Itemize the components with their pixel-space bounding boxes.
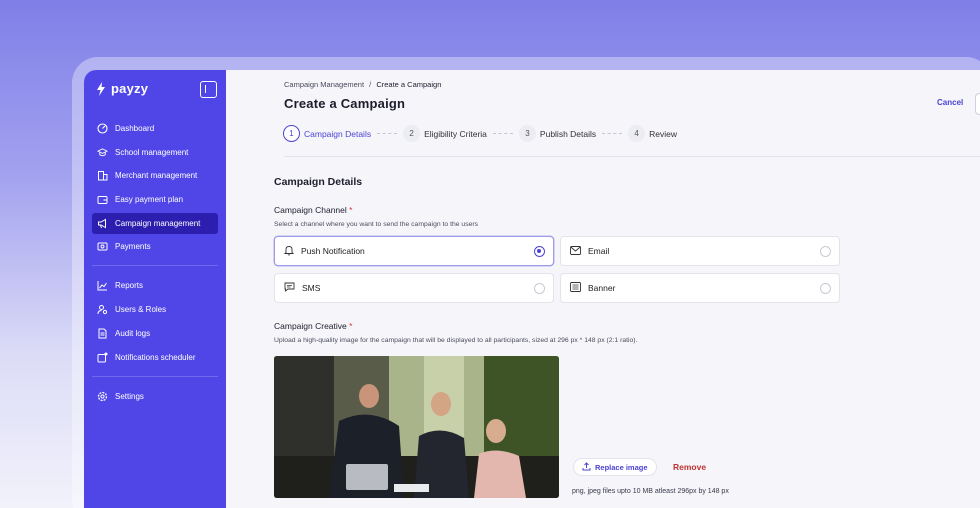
sidebar-item-label: Users & Roles [115, 305, 167, 315]
channel-option-sms[interactable]: SMS [274, 273, 554, 303]
document-icon [97, 328, 108, 339]
brand-name: payzy [111, 81, 149, 96]
main-content: Campaign Management / Create a Campaign … [226, 70, 980, 508]
upload-icon [582, 461, 591, 473]
replace-image-label: Replace image [595, 462, 648, 472]
step-number: 4 [628, 125, 646, 142]
step-eligibility-criteria[interactable]: 2 Eligibility Criteria [403, 125, 487, 142]
sidebar-item-payments[interactable]: Payments [92, 236, 218, 257]
sidebar-divider [92, 265, 218, 267]
sidebar-item-audit-logs[interactable]: Audit logs [92, 323, 218, 344]
required-marker: * [349, 321, 353, 331]
notification-icon [97, 352, 108, 363]
channel-option-banner[interactable]: Banner [560, 273, 840, 303]
channel-radio[interactable] [534, 246, 545, 257]
breadcrumb-current: Create a Campaign [376, 80, 442, 89]
chart-line-icon [97, 280, 108, 291]
cancel-button[interactable]: Cancel [937, 98, 963, 107]
channel-option-label: Email [588, 246, 610, 256]
breadcrumb-separator: / [369, 80, 372, 89]
sidebar-collapse-icon[interactable] [200, 81, 217, 98]
dashboard-icon [97, 123, 108, 134]
user-gear-icon [97, 304, 108, 315]
brand-logo[interactable]: payzy [96, 81, 148, 96]
channel-option-label: Banner [588, 283, 616, 293]
sidebar-divider [92, 375, 218, 377]
required-marker: * [349, 205, 353, 215]
sidebar-item-label: Payments [115, 242, 151, 252]
channel-radio[interactable] [820, 283, 831, 294]
campaign-channel-hint: Select a channel where you want to send … [274, 221, 479, 228]
bell-icon [283, 245, 295, 258]
campaign-channel-label: Campaign Channel * [274, 205, 352, 215]
step-label: Publish Details [539, 128, 597, 139]
payzy-logo-icon [96, 81, 106, 96]
mail-icon [570, 245, 581, 257]
sidebar-item-label: Merchant management [115, 171, 198, 181]
campaign-creative-hint: Upload a high-quality image for the camp… [274, 337, 638, 344]
step-number: 2 [403, 125, 421, 142]
campaign-creative-label: Campaign Creative * [274, 321, 352, 331]
sidebar-item-label: Campaign management [115, 218, 201, 228]
channel-option-push-notification[interactable]: Push Notification [274, 236, 554, 266]
channel-option-label: SMS [302, 283, 321, 293]
campaign-creative-image [274, 356, 559, 498]
step-connector [492, 133, 513, 134]
payment-icon [97, 241, 108, 252]
step-label: Campaign Details [304, 128, 372, 139]
channel-radio[interactable] [534, 283, 545, 294]
header-divider [284, 156, 980, 157]
sidebar-item-settings[interactable]: Settings [92, 386, 218, 407]
sidebar-item-label: Easy payment plan [115, 195, 184, 205]
file-requirements-hint: png, jpeg files upto 10 MB atleast 296px… [572, 488, 729, 495]
wallet-icon [97, 194, 108, 205]
breadcrumb-parent-link[interactable]: Campaign Management [284, 80, 364, 89]
megaphone-icon [97, 218, 108, 229]
graduation-cap-icon [97, 147, 108, 158]
sidebar-item-campaign-management[interactable]: Campaign management [92, 212, 218, 234]
message-icon [284, 282, 295, 294]
remove-image-button[interactable]: Remove [673, 462, 706, 472]
banner-icon [570, 282, 581, 294]
sidebar-item-easy-payment-plan[interactable]: Easy payment plan [92, 189, 218, 210]
sidebar-item-school-management[interactable]: School management [92, 142, 218, 163]
section-title: Campaign Details [274, 176, 363, 188]
breadcrumb: Campaign Management / Create a Campaign [284, 80, 441, 89]
step-review[interactable]: 4 Review [628, 125, 677, 142]
replace-image-button[interactable]: Replace image [573, 458, 657, 476]
gear-icon [97, 391, 108, 402]
building-icon [97, 170, 108, 181]
next-button[interactable] [975, 93, 980, 115]
field-label-text: Campaign Creative [274, 321, 347, 331]
step-label: Eligibility Criteria [424, 128, 487, 139]
sidebar-item-label: Settings [115, 391, 144, 401]
app-window: payzy Dashboard School management Mercha… [84, 70, 980, 508]
step-label: Review [649, 128, 678, 139]
sidebar-item-notifications-scheduler[interactable]: Notifications scheduler [92, 347, 218, 368]
sidebar: payzy Dashboard School management Mercha… [84, 70, 226, 508]
channel-radio[interactable] [820, 246, 831, 257]
channel-option-email[interactable]: Email [560, 236, 840, 266]
sidebar-item-label: Dashboard [115, 124, 155, 133]
sidebar-item-label: Reports [115, 281, 144, 291]
sidebar-item-label: Audit logs [115, 328, 151, 338]
stepper: 1 Campaign Details 2 Eligibility Criteri… [283, 125, 677, 142]
sidebar-item-reports[interactable]: Reports [92, 275, 218, 296]
sidebar-item-dashboard[interactable]: Dashboard [92, 118, 218, 139]
sidebar-item-label: Notifications scheduler [115, 352, 196, 362]
channel-option-label: Push Notification [301, 246, 365, 256]
field-label-text: Campaign Channel [274, 205, 347, 215]
step-connector [377, 133, 398, 134]
step-connector [602, 133, 623, 134]
step-number: 3 [518, 125, 536, 142]
sidebar-nav: Dashboard School management Merchant man… [92, 118, 218, 409]
step-number: 1 [283, 125, 300, 142]
step-campaign-details[interactable]: 1 Campaign Details [283, 125, 371, 142]
sidebar-item-label: School management [115, 147, 189, 157]
page-title: Create a Campaign [284, 96, 406, 111]
sidebar-item-merchant-management[interactable]: Merchant management [92, 165, 218, 186]
sidebar-item-users-roles[interactable]: Users & Roles [92, 299, 218, 320]
step-publish-details[interactable]: 3 Publish Details [518, 125, 597, 142]
